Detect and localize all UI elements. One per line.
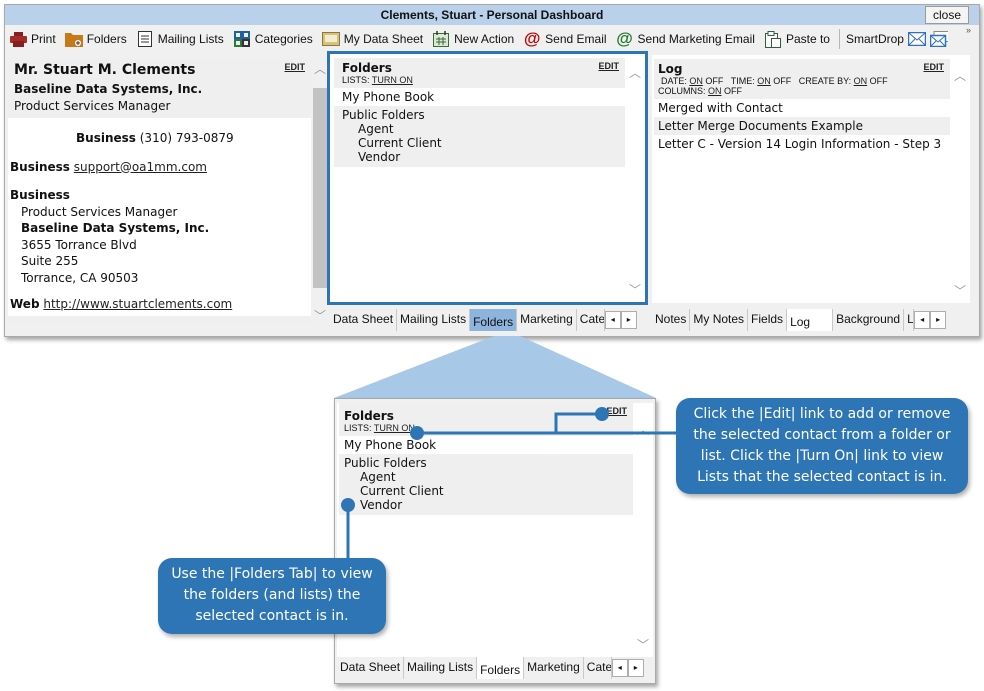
turn-on-marker — [410, 426, 424, 440]
edit-marker — [595, 407, 609, 421]
callout-connectors — [341, 407, 676, 560]
folders-tab-callout: Use the |Folders Tab| to view the folder… — [158, 558, 386, 634]
connector-edit — [554, 412, 602, 433]
edit-hint-callout: Click the |Edit| link to add or remove t… — [676, 398, 968, 494]
folder-marker — [341, 498, 355, 512]
